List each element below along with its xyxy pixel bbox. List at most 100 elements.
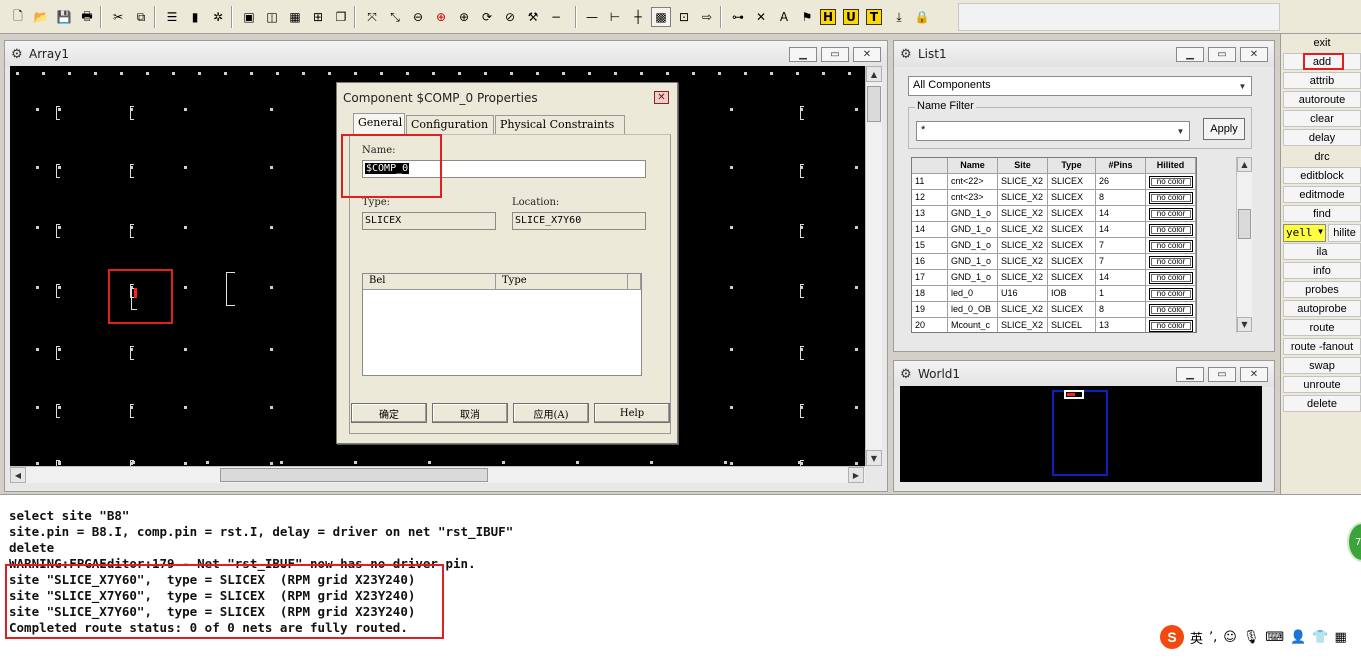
dialog-close-button[interactable]: ✕: [654, 91, 669, 104]
scroll-right-arrow[interactable]: ▶: [848, 467, 864, 483]
scroll-down-arrow[interactable]: ▼: [1237, 317, 1252, 332]
cell-hilited[interactable]: no color: [1146, 206, 1196, 222]
maximize-button[interactable]: ▭: [821, 47, 849, 62]
command-unroute-button[interactable]: unroute: [1283, 376, 1361, 393]
stop-icon[interactable]: ⊘: [500, 7, 520, 27]
table-row[interactable]: 11 cnt<22> SLICE_X2 SLICEX 26 no color: [912, 174, 1196, 190]
scroll-thumb[interactable]: [220, 468, 488, 482]
slice-site[interactable]: [56, 224, 60, 238]
chevron-down-icon[interactable]: ▼: [1318, 227, 1323, 236]
table-row[interactable]: 13 GND_1_o SLICE_X2 SLICEX 14 no color: [912, 206, 1196, 222]
hilite-color-button[interactable]: no color: [1149, 240, 1193, 252]
bel-column-header[interactable]: Bel: [363, 274, 496, 290]
h-icon[interactable]: H: [820, 9, 836, 25]
print-icon[interactable]: 🖶: [77, 7, 97, 27]
flag-icon[interactable]: ⚑: [797, 7, 817, 27]
command-editmode-button[interactable]: editmode: [1283, 186, 1361, 203]
hilite-color-button[interactable]: no color: [1149, 320, 1193, 332]
wrench-icon[interactable]: ⚒: [523, 7, 543, 27]
column-header-name[interactable]: Name: [948, 158, 998, 174]
split-icon[interactable]: ◫: [262, 7, 282, 27]
save-icon[interactable]: 💾: [54, 7, 74, 27]
apply-button[interactable]: Apply: [1203, 118, 1245, 140]
hilite-color-button[interactable]: no color: [1149, 224, 1193, 236]
cut-icon[interactable]: ✂: [108, 7, 128, 27]
cross-icon[interactable]: ✕: [751, 7, 771, 27]
name-input[interactable]: $COMP_0: [362, 160, 646, 178]
command-add-button[interactable]: add: [1283, 53, 1361, 70]
table-row[interactable]: 19 led_0_OB SLICE_X2 SLICEX 8 no color: [912, 302, 1196, 318]
zoom-full-icon[interactable]: ⤡: [385, 7, 405, 27]
bracket-icon[interactable]: ⊢: [605, 7, 625, 27]
cell-hilited[interactable]: no color: [1146, 190, 1196, 206]
command-editblock-button[interactable]: editblock: [1283, 167, 1361, 184]
ime-logo-icon[interactable]: S: [1160, 625, 1184, 649]
table-icon[interactable]: ▦: [285, 7, 305, 27]
command-find-button[interactable]: find: [1283, 205, 1361, 222]
command-routefanout-button[interactable]: route -fanout: [1283, 338, 1361, 355]
hilite-color-button[interactable]: no color: [1149, 272, 1193, 284]
maximize-button[interactable]: ▭: [1208, 367, 1236, 382]
new-file-icon[interactable]: 🗋: [8, 7, 28, 27]
world-canvas[interactable]: [900, 386, 1262, 482]
command-autoroute-button[interactable]: autoroute: [1283, 91, 1361, 108]
table-row[interactable]: 15 GND_1_o SLICE_X2 SLICEX 7 no color: [912, 238, 1196, 254]
command-exit-button[interactable]: exit: [1283, 34, 1361, 51]
zoom-out-icon[interactable]: ⊖: [408, 7, 428, 27]
scroll-up-arrow[interactable]: ▲: [1237, 157, 1252, 172]
hilite-color-button[interactable]: no color: [1149, 192, 1193, 204]
slice-site[interactable]: [56, 106, 60, 120]
command-delete-button[interactable]: delete: [1283, 395, 1361, 412]
table-row[interactable]: 17 GND_1_o SLICE_X2 SLICEX 14 no color: [912, 270, 1196, 286]
slice-site[interactable]: [56, 346, 60, 360]
panel-icon[interactable]: ▮: [185, 7, 205, 27]
command-clear-button[interactable]: clear: [1283, 110, 1361, 127]
slice-site[interactable]: [800, 404, 804, 418]
copy-icon[interactable]: ⧉: [131, 7, 151, 27]
slice-site[interactable]: [130, 164, 134, 178]
cell-hilited[interactable]: no color: [1146, 238, 1196, 254]
command-route-button[interactable]: route: [1283, 319, 1361, 336]
grid-icon[interactable]: ▩: [651, 7, 671, 27]
hilite-color-button[interactable]: no color: [1149, 256, 1193, 268]
cell-hilited[interactable]: no color: [1146, 270, 1196, 286]
slice-site[interactable]: [800, 106, 804, 120]
slice-site[interactable]: [800, 164, 804, 178]
slice-site[interactable]: [130, 404, 134, 418]
command-info-button[interactable]: info: [1283, 262, 1361, 279]
layers-icon[interactable]: ❐: [331, 7, 351, 27]
list-vertical-scrollbar[interactable]: ▲ ▼: [1236, 157, 1252, 333]
command-attrib-button[interactable]: attrib: [1283, 72, 1361, 89]
slice-site[interactable]: [56, 284, 60, 298]
slice-site[interactable]: [800, 284, 804, 298]
list-icon[interactable]: ☰: [162, 7, 182, 27]
scroll-thumb[interactable]: [867, 86, 881, 122]
component-filter-select[interactable]: All Components ▼: [908, 76, 1252, 96]
slice-site[interactable]: [130, 224, 134, 238]
column-header-type[interactable]: Type: [1048, 158, 1096, 174]
zoom-in-icon[interactable]: ⊕: [454, 7, 474, 27]
table-row[interactable]: 14 GND_1_o SLICE_X2 SLICEX 14 no color: [912, 222, 1196, 238]
u-icon[interactable]: U: [843, 9, 859, 25]
bel-table[interactable]: Bel Type: [362, 273, 642, 376]
chevron-down-icon[interactable]: ▼: [1235, 78, 1250, 94]
type-column-header[interactable]: Type: [496, 274, 628, 290]
zoom-fit-icon[interactable]: ⤧: [362, 7, 382, 27]
line-icon[interactable]: —: [582, 7, 602, 27]
command-probes-button[interactable]: probes: [1283, 281, 1361, 298]
microphone-icon[interactable]: 🎙: [1243, 630, 1260, 645]
cell-hilited[interactable]: no color: [1146, 254, 1196, 270]
array-vertical-scrollbar[interactable]: ▲ ▼: [865, 66, 882, 466]
user-icon[interactable]: 👤: [1290, 630, 1306, 645]
junction-icon[interactable]: ┼: [628, 7, 648, 27]
cancel-button[interactable]: 取消: [432, 403, 508, 423]
close-button[interactable]: ✕: [1240, 367, 1268, 382]
command-swap-button[interactable]: swap: [1283, 357, 1361, 374]
table-row[interactable]: 18 led_0 U16 IOB 1 no color: [912, 286, 1196, 302]
scroll-up-arrow[interactable]: ▲: [866, 66, 882, 82]
cell-hilited[interactable]: no color: [1146, 318, 1196, 332]
command-autoprobe-button[interactable]: autoprobe: [1283, 300, 1361, 317]
command-ila-button[interactable]: ila: [1283, 243, 1361, 260]
refresh-icon[interactable]: ⟳: [477, 7, 497, 27]
scroll-down-arrow[interactable]: ▼: [866, 450, 882, 466]
